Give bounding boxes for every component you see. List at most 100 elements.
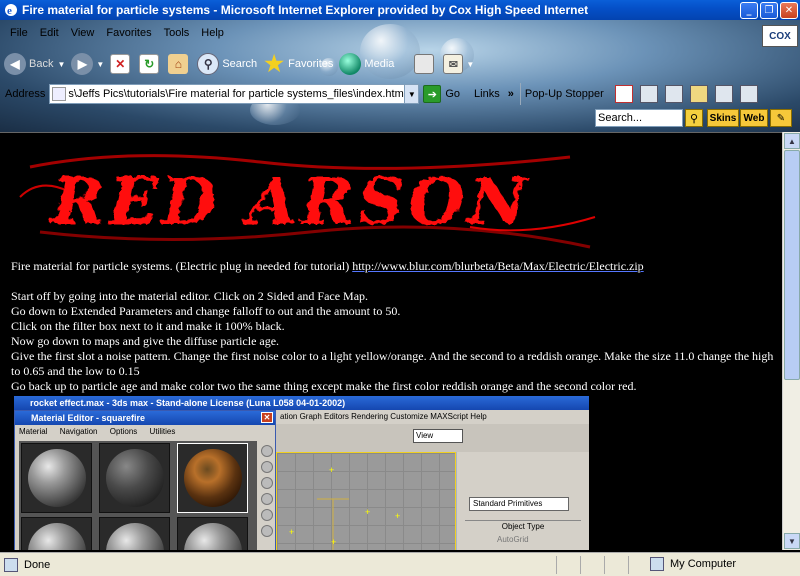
object-type-label: Object Type — [465, 520, 581, 531]
go-arrow-icon: ➔ — [423, 85, 442, 103]
viewport-grid-marks: + + + + + — [289, 465, 400, 550]
max-title-bar: rocket effect.max - 3ds max - Stand-alon… — [14, 396, 589, 410]
view-dropdown: View — [413, 429, 463, 443]
menu-tools[interactable]: Tools — [158, 25, 196, 41]
printer-icon — [414, 54, 435, 74]
search-go-icon[interactable]: ⚲ — [685, 109, 703, 127]
window-title: Fire material for particle systems - Mic… — [22, 3, 589, 17]
step-4: Now go down to maps and give the diffuse… — [11, 334, 280, 348]
tutorial-text: Fire material for particle systems. (Ele… — [11, 259, 781, 394]
svg-text:+: + — [365, 507, 370, 517]
home-icon: ⌂ — [168, 54, 189, 74]
forward-button[interactable]: ▶ ▼ — [71, 53, 104, 75]
search-input[interactable] — [595, 109, 683, 127]
status-divider — [628, 556, 629, 574]
go-button[interactable]: ➔ Go — [423, 85, 460, 103]
search-label: Search — [222, 58, 258, 70]
material-slot — [99, 443, 170, 513]
me-menu-utilities: Utilities — [149, 427, 176, 436]
back-label: Back — [29, 58, 54, 70]
highlight-icon[interactable]: ✎ — [770, 109, 792, 127]
forward-arrow-icon: ▶ — [71, 53, 94, 75]
favorites-label: Favorites — [288, 58, 334, 70]
intro-line: Fire material for particle systems. (Ele… — [11, 259, 781, 274]
links-button[interactable]: Links — [474, 88, 500, 100]
maximize-button[interactable]: ❐ — [760, 1, 778, 19]
address-value: s\Jeffs Pics\tutorials\Fire material for… — [68, 88, 404, 100]
toolbar-chevron[interactable]: » — [508, 88, 514, 100]
sample-type-icon — [261, 445, 273, 457]
stop-button[interactable]: ✕ — [110, 54, 133, 74]
scroll-thumb[interactable] — [784, 150, 800, 380]
me-menu-material: Material — [19, 427, 48, 436]
search-button[interactable]: ⚲ Search — [197, 53, 257, 75]
web-button[interactable]: Web — [740, 109, 768, 127]
close-icon: ✕ — [261, 412, 273, 423]
chevron-down-icon: ▼ — [57, 59, 66, 69]
home-button[interactable]: ⌂ — [168, 54, 191, 74]
menu-favorites[interactable]: Favorites — [100, 25, 157, 41]
media-globe-icon — [339, 53, 362, 75]
status-text: Done — [24, 558, 51, 571]
address-input[interactable]: s\Jeffs Pics\tutorials\Fire material for… — [49, 84, 420, 104]
chevron-down-icon[interactable]: ▼ — [404, 85, 419, 103]
popup-stopper-button[interactable]: Pop-Up Stopper — [519, 83, 608, 105]
close-button[interactable]: ✕ — [780, 1, 798, 19]
favorites-button[interactable]: ★ Favorites — [263, 51, 334, 76]
me-menu-navigation: Navigation — [59, 427, 98, 436]
stop-icon: ✕ — [110, 54, 131, 74]
page-content: RED ARSON Fire material for particle sys… — [0, 132, 782, 550]
status-divider — [556, 556, 557, 574]
material-sphere — [28, 523, 86, 550]
red-arson-logo: RED ARSON — [19, 154, 596, 249]
material-sphere — [106, 449, 164, 507]
menu-file[interactable]: File — [4, 25, 34, 41]
max-menu: ation Graph Editors Rendering Customize … — [276, 410, 589, 424]
autogrid-label: AutoGrid — [497, 535, 529, 544]
mail-button[interactable]: ✉ ▼ — [443, 54, 474, 74]
uv-tiling-icon — [261, 493, 273, 505]
refresh-icon: ↻ — [139, 54, 160, 74]
svg-text:+: + — [329, 465, 334, 475]
security-zone: My Computer — [650, 557, 736, 571]
material-slot — [99, 517, 170, 550]
material-editor-title-text: Material Editor - squarefire — [31, 413, 146, 423]
title-bar: e Fire material for particle systems - M… — [0, 0, 800, 20]
browser-chrome: File Edit View Favorites Tools Help COX … — [0, 20, 800, 132]
print-button[interactable] — [414, 54, 437, 74]
status-divider — [604, 556, 605, 574]
background-icon — [261, 477, 273, 489]
minimize-button[interactable]: _ — [740, 1, 758, 19]
svg-text:+: + — [331, 537, 336, 547]
scroll-up-icon[interactable]: ▲ — [784, 133, 800, 149]
menu-edit[interactable]: Edit — [34, 25, 65, 41]
material-sphere — [184, 523, 242, 550]
refresh-button[interactable]: ↻ — [139, 54, 162, 74]
computer-icon — [650, 557, 664, 571]
folder-icon[interactable] — [689, 85, 708, 103]
skins-button[interactable]: Skins — [707, 109, 739, 127]
primitives-dropdown: Standard Primitives — [469, 497, 569, 511]
media-label: Media — [364, 58, 395, 70]
menu-view[interactable]: View — [65, 25, 101, 41]
material-editor-window: Material Editor - squarefire ✕ Material … — [14, 410, 276, 550]
media-button[interactable]: Media — [339, 53, 394, 75]
step-6: Go back up to particle age and make colo… — [11, 379, 637, 393]
speaker-icon[interactable] — [639, 85, 658, 103]
settings-icon[interactable] — [664, 85, 683, 103]
popup-block-icon[interactable] — [614, 85, 633, 103]
copy-icon[interactable] — [714, 85, 733, 103]
menu-help[interactable]: Help — [195, 25, 230, 41]
me-menu-options: Options — [109, 427, 138, 436]
search-toolbar: ⚲ Skins Web ✎ — [0, 108, 800, 130]
address-bar: Address s\Jeffs Pics\tutorials\Fire mate… — [0, 82, 800, 106]
back-button[interactable]: ◀ Back ▼ — [4, 53, 65, 75]
max-viewport: + + + + + — [276, 452, 456, 550]
tools-icon[interactable] — [739, 85, 758, 103]
back-arrow-icon: ◀ — [4, 53, 26, 75]
scroll-down-icon[interactable]: ▼ — [784, 533, 800, 549]
material-slot — [177, 517, 248, 550]
status-section: Done — [0, 557, 500, 572]
vertical-scrollbar[interactable]: ▲ ▼ — [782, 132, 800, 550]
electric-plugin-link[interactable]: http://www.blur.com/blurbeta/Beta/Max/El… — [352, 259, 643, 273]
